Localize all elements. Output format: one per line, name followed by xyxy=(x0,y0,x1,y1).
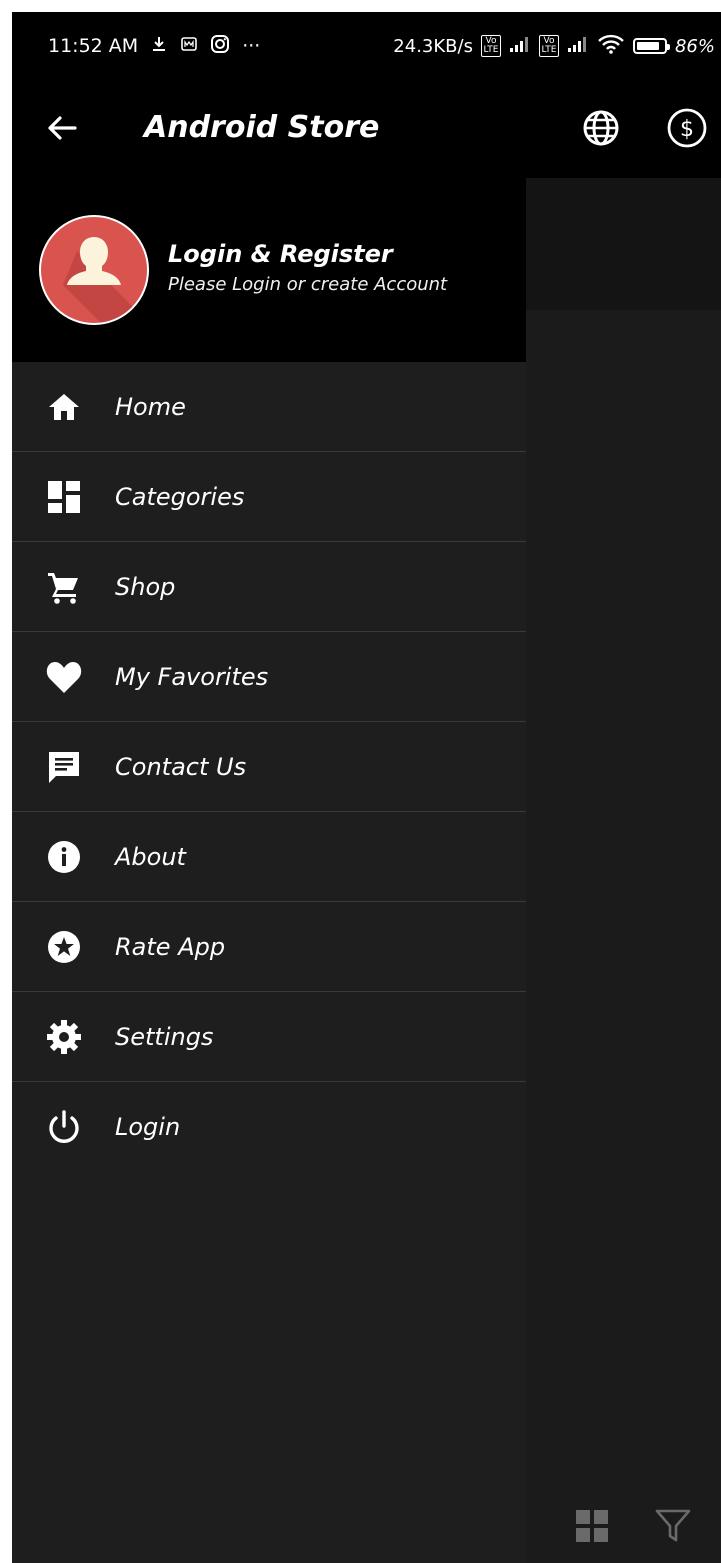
battery-level xyxy=(636,42,660,50)
app-bar: Android Store $ xyxy=(12,80,721,178)
gear-icon xyxy=(44,1017,84,1057)
main-content-area xyxy=(526,178,721,1563)
battery-icon xyxy=(632,38,670,54)
svg-text:$: $ xyxy=(680,117,694,142)
back-arrow-icon[interactable] xyxy=(42,108,82,148)
login-register-subtitle: Please Login or create Account xyxy=(168,274,448,295)
instagram-icon xyxy=(210,34,230,59)
info-icon xyxy=(44,837,84,877)
menu-item-label: Home xyxy=(115,392,186,421)
menu-item-home[interactable]: Home xyxy=(12,362,526,452)
star-icon xyxy=(44,927,84,967)
battery-percent: 86% xyxy=(674,35,715,57)
status-time: 11:52 AM xyxy=(48,35,139,57)
home-icon xyxy=(44,387,84,427)
avatar[interactable] xyxy=(39,215,149,325)
menu-item-shop[interactable]: Shop xyxy=(12,542,526,632)
dollar-icon[interactable]: $ xyxy=(665,106,709,150)
dashboard-icon xyxy=(44,477,84,517)
volte-icon-2: Vo LTE xyxy=(538,35,559,57)
menu-item-label: Shop xyxy=(115,572,176,601)
menu-item-label: Contact Us xyxy=(115,752,247,781)
download-icon xyxy=(150,35,168,58)
heart-icon xyxy=(44,657,84,697)
filter-icon[interactable] xyxy=(653,1506,693,1546)
menu-item-label: Rate App xyxy=(115,932,226,961)
signal-icon-2 xyxy=(567,35,589,58)
main-content-header xyxy=(526,178,721,310)
status-bar-left: 11:52 AM ··· xyxy=(48,34,260,59)
globe-icon[interactable] xyxy=(579,106,623,150)
menu-item-label: My Favorites xyxy=(115,662,269,691)
status-bar: 11:52 AM ··· 24.3KB/s Vo LTE Vo LTE 86% xyxy=(12,12,721,80)
grid-view-icon[interactable] xyxy=(572,1506,612,1546)
wifi-icon xyxy=(597,33,625,60)
menu-item-rate-app[interactable]: Rate App xyxy=(12,902,526,992)
notification-app-icon xyxy=(180,35,198,58)
drawer-menu: Home Categories Shop My Favorites Contac… xyxy=(12,362,526,1171)
navigation-drawer: Login & Register Please Login or create … xyxy=(12,178,526,1563)
login-register-title: Login & Register xyxy=(168,240,393,268)
app-title: Android Store xyxy=(144,110,380,145)
menu-item-about[interactable]: About xyxy=(12,812,526,902)
cart-icon xyxy=(44,567,84,607)
menu-item-categories[interactable]: Categories xyxy=(12,452,526,542)
volte-icon: Vo LTE xyxy=(480,35,501,57)
chat-icon xyxy=(44,747,84,787)
menu-item-contact[interactable]: Contact Us xyxy=(12,722,526,812)
menu-item-label: Settings xyxy=(115,1022,214,1051)
phone-screen: 11:52 AM ··· 24.3KB/s Vo LTE Vo LTE 86% … xyxy=(12,12,721,1563)
menu-item-label: Login xyxy=(115,1112,181,1141)
network-speed: 24.3KB/s xyxy=(393,35,473,57)
menu-item-login[interactable]: Login xyxy=(12,1082,526,1171)
menu-item-settings[interactable]: Settings xyxy=(12,992,526,1082)
power-icon xyxy=(44,1107,84,1147)
menu-item-label: Categories xyxy=(115,482,245,511)
signal-icon xyxy=(509,35,531,58)
drawer-header[interactable]: Login & Register Please Login or create … xyxy=(12,178,526,362)
menu-item-label: About xyxy=(115,842,186,871)
menu-item-favorites[interactable]: My Favorites xyxy=(12,632,526,722)
status-bar-right: 24.3KB/s Vo LTE Vo LTE 86% xyxy=(393,33,715,60)
more-notifications-icon: ··· xyxy=(242,35,261,57)
